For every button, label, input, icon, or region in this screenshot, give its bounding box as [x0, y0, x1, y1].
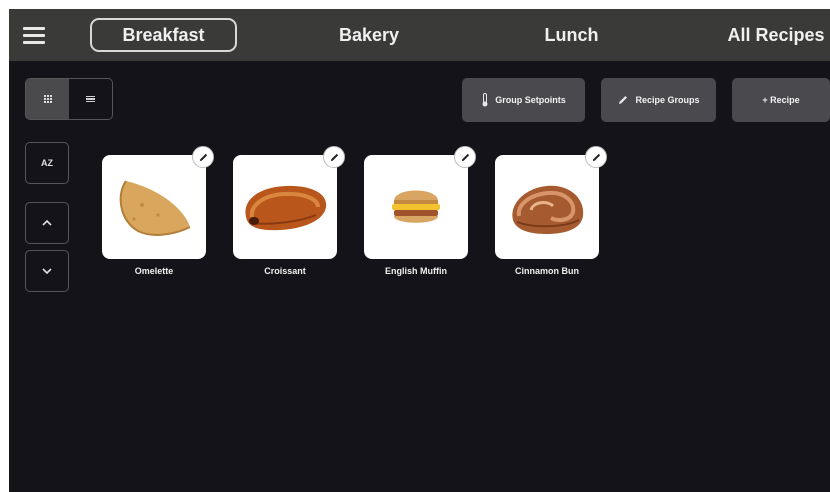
recipe-card-english-muffin[interactable]: English Muffin — [364, 146, 476, 276]
recipe-name: Croissant — [264, 266, 306, 276]
scroll-up-button[interactable] — [25, 202, 69, 244]
omelette-image — [102, 155, 206, 259]
pencil-icon — [330, 153, 338, 161]
pencil-icon — [199, 153, 207, 161]
edit-recipe-button[interactable] — [323, 146, 345, 168]
tab-bakery[interactable]: Bakery — [319, 18, 419, 52]
sort-az-icon: AZ — [41, 158, 53, 168]
add-recipe-button[interactable]: + Recipe — [732, 78, 830, 122]
recipe-name: English Muffin — [385, 266, 447, 276]
recipe-card-cinnamon-bun[interactable]: Cinnamon Bun — [495, 146, 607, 276]
recipe-card-croissant[interactable]: Croissant — [233, 146, 345, 276]
top-nav-bar: Breakfast Bakery Lunch All Recipes — [9, 9, 830, 61]
grid-view-button[interactable] — [26, 79, 69, 119]
list-view-button[interactable] — [69, 79, 112, 119]
scroll-down-button[interactable] — [25, 250, 69, 292]
tab-all-recipes[interactable]: All Recipes — [721, 18, 830, 52]
add-recipe-label: + Recipe — [762, 95, 800, 105]
view-mode-toggle — [25, 78, 113, 120]
recipe-name: Omelette — [134, 266, 174, 276]
english-muffin-image — [364, 155, 468, 259]
app-screen: Breakfast Bakery Lunch All Recipes Group… — [9, 9, 830, 492]
hamburger-menu-icon[interactable] — [19, 22, 49, 48]
pencil-icon — [461, 153, 469, 161]
thermometer-icon — [482, 93, 488, 107]
chevron-down-icon — [42, 268, 52, 274]
pencil-icon — [592, 153, 600, 161]
chevron-up-icon — [42, 220, 52, 226]
recipe-card-omelette[interactable]: Omelette — [102, 146, 214, 276]
group-setpoints-button[interactable]: Group Setpoints — [462, 78, 585, 122]
list-view-icon — [86, 95, 95, 103]
sort-az-button[interactable]: AZ — [25, 142, 69, 184]
recipe-groups-label: Recipe Groups — [635, 95, 700, 105]
tab-breakfast[interactable]: Breakfast — [90, 18, 237, 52]
cinnamon-bun-image — [495, 155, 599, 259]
grid-view-icon — [43, 95, 52, 103]
group-setpoints-label: Group Setpoints — [495, 95, 566, 105]
croissant-image — [233, 155, 337, 259]
recipe-name: Cinnamon Bun — [515, 266, 579, 276]
recipe-groups-button[interactable]: Recipe Groups — [601, 78, 716, 122]
tab-lunch[interactable]: Lunch — [514, 18, 629, 52]
pencil-icon — [619, 96, 628, 104]
edit-recipe-button[interactable] — [585, 146, 607, 168]
edit-recipe-button[interactable] — [454, 146, 476, 168]
edit-recipe-button[interactable] — [192, 146, 214, 168]
